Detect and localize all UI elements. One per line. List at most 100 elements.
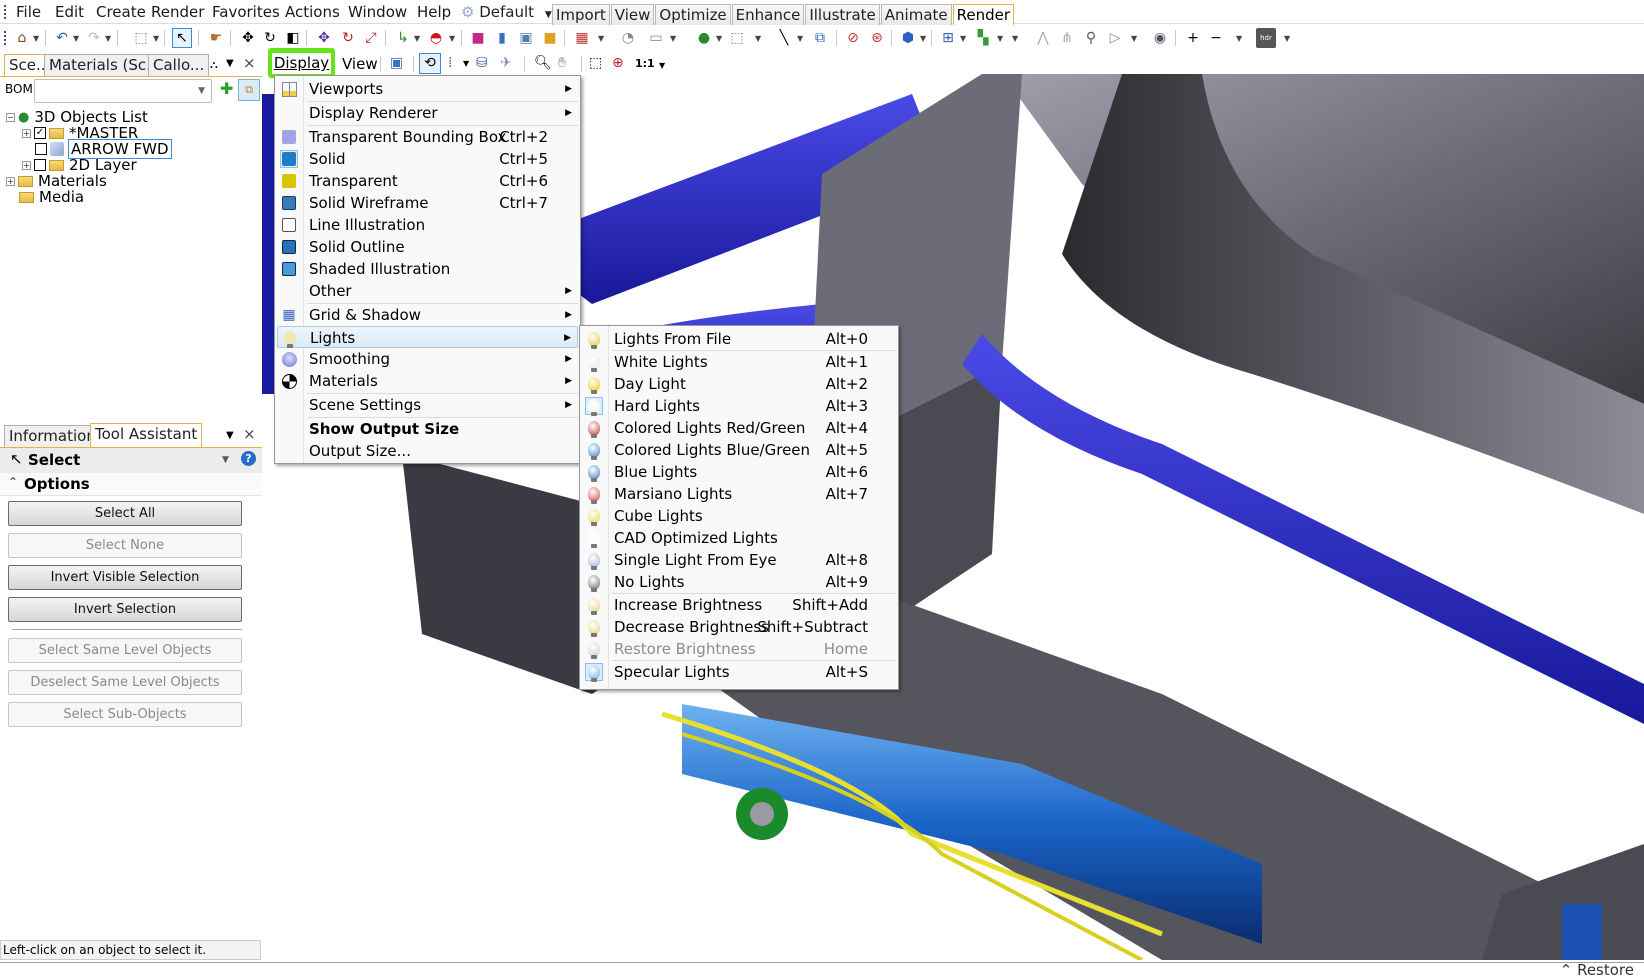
menu-item-colored-lights-blue-green[interactable]: Colored Lights Blue/Green Alt+5 <box>582 439 896 461</box>
ribbon-tab-enhance[interactable]: Enhance <box>731 4 805 25</box>
menu-item-materials[interactable]: Materials ▶ <box>277 370 578 392</box>
tree-row-materials[interactable]: + Materials <box>6 172 107 190</box>
home-icon[interactable]: ⌂ <box>12 28 32 48</box>
move-icon[interactable]: ✥ <box>238 28 258 48</box>
tab-tool-assistant[interactable]: Tool Assistant <box>90 423 203 447</box>
cube-pink-icon[interactable]: ■ <box>468 28 488 48</box>
axis-icon[interactable]: ↳ <box>393 28 413 48</box>
expand-icon[interactable]: + <box>22 128 31 138</box>
menu-item-colored-lights-red-green[interactable]: Colored Lights Red/Green Alt+4 <box>582 417 896 439</box>
chevron-down-icon[interactable]: ▼ <box>659 61 665 70</box>
bounding-icon[interactable]: ⬚ <box>727 28 747 48</box>
split-icon[interactable]: ⋔ <box>1057 28 1077 48</box>
invert-selection-button[interactable]: Invert Selection <box>8 597 242 622</box>
help-icon[interactable]: ? <box>241 451 256 466</box>
menu-help[interactable]: Help <box>417 3 451 21</box>
menu-item-viewports[interactable]: Viewports ▶ <box>277 78 578 100</box>
cube-blue-icon[interactable]: ▮ <box>492 28 512 48</box>
chevron-down-icon[interactable]: ▼ <box>463 59 469 68</box>
expand-icon[interactable]: + <box>6 176 15 186</box>
tree-row-2d-layer[interactable]: + 2D Layer <box>22 156 137 174</box>
add-icon[interactable]: ✚ <box>220 79 233 98</box>
zoom-icon[interactable]: 🔍︎ <box>534 55 552 71</box>
ribbon-tab-import[interactable]: Import <box>552 4 610 25</box>
collapse-icon[interactable]: ⊛ <box>867 28 887 48</box>
zoom-selected-icon[interactable]: ⊕ <box>612 55 624 71</box>
sphere-icon[interactable]: ● <box>694 28 714 48</box>
line-icon[interactable]: ╲ <box>774 28 794 48</box>
menu-item-line-illustration[interactable]: Line Illustration <box>277 214 578 236</box>
menu-item-output-size[interactable]: Output Size... <box>277 440 578 462</box>
checkbox-unchecked[interactable] <box>34 159 46 171</box>
arrange-icon[interactable]: ⊞ <box>938 28 958 48</box>
menu-item-day-light[interactable]: Day Light Alt+2 <box>582 373 896 395</box>
collapse-icon[interactable]: − <box>6 112 15 122</box>
panel-menu-icon[interactable]: ▼ <box>226 430 234 441</box>
menu-item-solid-wireframe[interactable]: Solid Wireframe Ctrl+7 <box>277 192 578 214</box>
camera-icon[interactable]: ⚲ <box>1081 28 1101 48</box>
undo-icon[interactable]: ↶ <box>52 28 72 48</box>
redo-icon[interactable]: ↷ <box>84 28 104 48</box>
ribbon-tab-animate[interactable]: Animate <box>880 4 952 25</box>
chevron-down-icon[interactable]: ▼ <box>222 455 229 465</box>
cube-frame-icon[interactable]: ▣ <box>516 28 536 48</box>
menu-window[interactable]: Window <box>348 3 407 21</box>
menu-render[interactable]: Render <box>151 3 204 21</box>
menu-item-other[interactable]: Other ▶ <box>277 280 578 302</box>
menu-item-specular-lights[interactable]: Specular Lights Alt+S <box>582 661 896 683</box>
pan-hand-icon[interactable]: ✋︎ <box>558 55 566 71</box>
ribbon-tab-optimize[interactable]: Optimize <box>655 4 731 25</box>
menu-item-restore-brightness[interactable]: Restore Brightness Home <box>582 638 896 660</box>
ribbon-tab-render[interactable]: Render <box>952 4 1015 25</box>
connect-icon[interactable]: ⧉ <box>810 28 830 48</box>
menu-item-solid[interactable]: Solid Ctrl+5 <box>277 148 578 170</box>
bom-dropdown[interactable]: ▼ <box>34 79 212 103</box>
shading-icon[interactable]: ⬢ <box>898 28 918 48</box>
plus-icon[interactable]: + <box>1183 28 1203 48</box>
cube-yellow-icon[interactable]: ■ <box>540 28 560 48</box>
select-arrow-icon[interactable]: ↖ <box>172 28 192 48</box>
helmet-icon[interactable]: ◓ <box>426 28 446 48</box>
tab-information[interactable]: Information <box>4 425 101 447</box>
expand-icon[interactable]: + <box>22 160 31 170</box>
binoculars-icon[interactable]: ⛬ <box>210 58 218 72</box>
menu-item-no-lights[interactable]: No Lights Alt+9 <box>582 571 896 593</box>
zoom-window-icon[interactable]: ▣ <box>390 55 403 71</box>
display-menu-button[interactable]: Display <box>272 53 331 74</box>
explode-icon[interactable]: ⊘ <box>843 28 863 48</box>
menu-item-transparent[interactable]: Transparent Ctrl+6 <box>277 170 578 192</box>
close-icon[interactable]: × <box>243 425 256 443</box>
minus-icon[interactable]: − <box>1206 28 1226 48</box>
menu-create[interactable]: Create <box>96 3 146 21</box>
menu-item-grid-shadow[interactable]: ▦ Grid & Shadow ▶ <box>277 304 578 326</box>
colors-icon[interactable]: ▚ <box>973 28 993 48</box>
ribbon-tab-view[interactable]: View <box>610 4 655 25</box>
menu-item-display-renderer[interactable]: Display Renderer ▶ <box>277 102 578 124</box>
menu-item-cad-optimized-lights[interactable]: CAD Optimized Lights <box>582 527 896 549</box>
zoom-extents-icon[interactable]: ⬚ <box>589 55 602 71</box>
tree-row-objects-list[interactable]: − ● 3D Objects List <box>6 108 148 126</box>
menu-item-show-output-size[interactable]: Show Output Size <box>277 418 578 440</box>
menu-favorites[interactable]: Favorites <box>212 3 280 21</box>
fly-icon[interactable]: ✈ <box>500 55 512 71</box>
rotate-light-icon[interactable]: ◔ <box>618 28 638 48</box>
deselect-same-level-button[interactable]: Deselect Same Level Objects <box>8 670 242 695</box>
play-icon[interactable]: ▷ <box>1105 28 1125 48</box>
checkbox-unchecked[interactable] <box>35 143 47 155</box>
menu-item-transparent-bounding-box[interactable]: Transparent Bounding Box Ctrl+2 <box>277 126 578 148</box>
restore-button[interactable]: ⌃ Restore <box>1560 961 1634 979</box>
tab-callouts[interactable]: Callo... <box>148 54 210 76</box>
panel-menu-icon[interactable]: ▼ <box>226 58 234 69</box>
menu-actions[interactable]: Actions <box>285 3 340 21</box>
select-same-level-button[interactable]: Select Same Level Objects <box>8 638 242 663</box>
orbit-icon[interactable]: ⟲ <box>419 53 441 74</box>
menu-item-smoothing[interactable]: Smoothing ▶ <box>277 348 578 370</box>
options-section-header[interactable]: ⌃ Options <box>0 473 262 496</box>
menu-item-lights-from-file[interactable]: Lights From File Alt+0 <box>582 328 896 350</box>
light-frame-icon[interactable]: ▭ <box>646 28 666 48</box>
selection-box-icon[interactable]: ⬚ <box>131 28 151 48</box>
menu-file[interactable]: File <box>16 3 41 21</box>
menu-item-increase-brightness[interactable]: Increase Brightness Shift+Add <box>582 594 896 616</box>
walk-icon[interactable]: ⁞ <box>448 55 452 71</box>
move-object-icon[interactable]: ✥ <box>314 28 334 48</box>
